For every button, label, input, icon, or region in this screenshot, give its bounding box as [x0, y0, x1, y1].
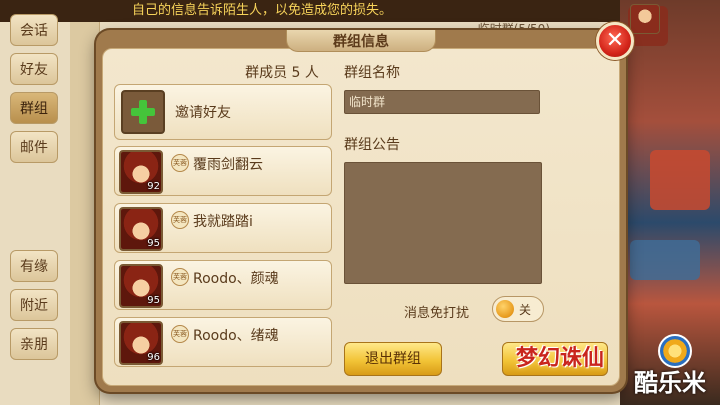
game-logo: 梦幻诛仙	[515, 345, 604, 371]
tab-nearby[interactable]: 附近	[10, 289, 58, 321]
avatar: 96	[119, 321, 163, 365]
group-details: 群组名称 临时群 群组公告	[344, 62, 604, 284]
group-name-field[interactable]: 临时群	[344, 90, 540, 114]
tab-chat[interactable]: 会话	[10, 14, 58, 46]
sect-badge-icon: 芙蓉	[171, 211, 189, 229]
site-watermark: 酷乐米	[634, 369, 706, 397]
member-name: Roodo、绪魂	[193, 328, 279, 344]
avatar: 95	[119, 264, 163, 308]
do-not-disturb-label: 消息免打扰	[404, 306, 470, 321]
tab-friends[interactable]: 好友	[10, 53, 58, 85]
chat-side-tabs: 会话 好友 群组 邮件	[10, 14, 62, 170]
close-icon[interactable]: ✕	[596, 22, 634, 60]
chat-side-tabs-bottom: 有缘 附近 亲朋	[10, 250, 62, 367]
member-row[interactable]: 95 芙蓉 Roodo、颜魂	[114, 260, 332, 310]
sect-badge-icon: 芙蓉	[171, 154, 189, 172]
invite-friend-row[interactable]: 邀请好友	[114, 84, 332, 140]
plus-icon	[131, 100, 155, 124]
member-name: 我就踏踏i	[193, 214, 253, 230]
tab-mail[interactable]: 邮件	[10, 131, 58, 163]
background-avatar	[630, 4, 660, 34]
sect-badge-icon: 芙蓉	[171, 268, 189, 286]
member-name: Roodo、颜魂	[193, 271, 279, 287]
group-notice-label: 群组公告	[344, 137, 400, 153]
toggle-knob	[496, 300, 514, 318]
member-list: 邀请好友 92 芙蓉 覆雨剑翻云 95 芙蓉 我就踏踏i 95 芙蓉 Roodo…	[114, 84, 332, 374]
avatar: 95	[119, 207, 163, 251]
invite-icon-box	[121, 90, 165, 134]
group-name-label: 群组名称	[344, 65, 400, 81]
avatar: 92	[119, 150, 163, 194]
toggle-state-text: 关	[519, 303, 532, 317]
leave-group-button[interactable]: 退出群组	[344, 342, 442, 376]
invite-friend-label: 邀请好友	[175, 105, 231, 121]
member-row[interactable]: 96 芙蓉 Roodo、绪魂	[114, 317, 332, 367]
tab-relatives[interactable]: 亲朋	[10, 328, 58, 360]
member-level: 96	[147, 352, 160, 363]
sect-badge-icon: 芙蓉	[171, 325, 189, 343]
member-row[interactable]: 95 芙蓉 我就踏踏i	[114, 203, 332, 253]
privacy-notice: 自己的信息告诉陌生人，以免造成您的损失。	[0, 0, 620, 22]
dialog-title: 群组信息	[333, 34, 389, 50]
member-name: 覆雨剑翻云	[193, 157, 263, 173]
tab-fate[interactable]: 有缘	[10, 250, 58, 282]
tab-groups[interactable]: 群组	[10, 92, 58, 124]
member-level: 92	[147, 181, 160, 192]
member-row[interactable]: 92 芙蓉 覆雨剑翻云	[114, 146, 332, 196]
do-not-disturb-toggle[interactable]: 关	[492, 296, 544, 322]
member-level: 95	[147, 295, 160, 306]
group-notice-textarea[interactable]	[344, 162, 542, 284]
member-level: 95	[147, 238, 160, 249]
publisher-logo-icon	[658, 334, 692, 368]
